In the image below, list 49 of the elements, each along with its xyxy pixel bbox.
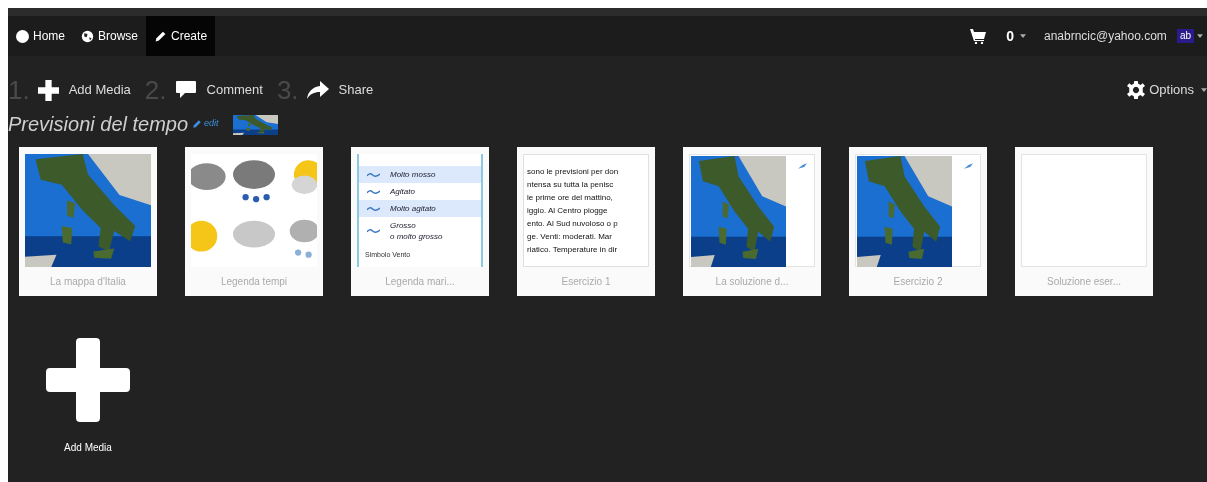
options-button[interactable]: Options: [1127, 80, 1207, 100]
gear-icon: [1127, 81, 1146, 99]
media-caption: Legenda mari...: [385, 275, 455, 289]
media-caption: Legenda tempi: [220, 275, 288, 289]
document-line: le prime ore del mattino,: [527, 192, 614, 203]
page-title: Previsioni del tempo: [8, 112, 189, 137]
document-line: ntensa su tutta la penisc: [527, 179, 615, 190]
legend-label: Molto agitato: [390, 203, 436, 214]
pencil-icon: [192, 119, 203, 129]
document-line: sono le previsioni per don: [527, 166, 620, 177]
plus-icon[interactable]: [46, 338, 130, 422]
step-button[interactable]: Comment: [206, 80, 263, 100]
caret-icon: [1197, 34, 1203, 38]
user-avatar[interactable]: ab: [1176, 29, 1194, 43]
document-line: iggio. Al Centro piogge: [527, 205, 609, 216]
document-line: ento. Al Sud nuvoloso o p: [527, 218, 619, 229]
media-caption: La soluzione d...: [715, 275, 789, 289]
media-caption: La mappa d'Italia: [50, 275, 126, 289]
comment-icon: [174, 80, 197, 100]
user-email[interactable]: anabrncic@yahoo.com: [1043, 27, 1167, 45]
nav-tab[interactable]: Browse: [73, 16, 147, 56]
globe-icon: [81, 29, 94, 43]
media-caption: Esercizio 2: [893, 275, 943, 289]
wave-icon: [367, 188, 380, 195]
nav-tab[interactable]: Home: [8, 16, 73, 56]
plus-icon: [37, 79, 59, 101]
legend-label: Grosso o molto grosso: [390, 220, 443, 242]
wave-icon: [367, 228, 380, 234]
wave-icon: [367, 171, 380, 178]
share-icon: [306, 81, 329, 99]
wave-icon: [367, 205, 380, 212]
add-media-label[interactable]: Add Media: [64, 440, 112, 455]
cart-icon[interactable]: [970, 28, 987, 44]
nav-tab[interactable]: Create: [146, 16, 216, 56]
document-line: riatico. Temperature in dir: [527, 244, 619, 255]
step-button[interactable]: Share: [338, 80, 374, 100]
legend-label: Agitato: [390, 186, 415, 197]
caret-icon: [1201, 88, 1207, 92]
edit-link[interactable]: edit: [204, 117, 219, 131]
cart-count[interactable]: 0: [1006, 25, 1026, 47]
pencil-icon: [154, 29, 168, 43]
step-button[interactable]: Add Media: [68, 80, 131, 100]
document-line: ge. Venti: moderati. Mar: [527, 231, 613, 242]
caret-icon: [1019, 34, 1026, 38]
media-caption: Soluzione eser...: [1047, 275, 1121, 289]
media-caption: Esercizio 1: [561, 275, 611, 289]
media-card[interactable]: sono le previsioni per don ntensa su tutta la penisc le prime ore del mattino, iggio. Al Centro piogge ento. Al Sud nuvoloso o p ge. Venti: moderati. Mar riatico. Temperature in dir Esercizio 1: [517, 147, 655, 296]
logo-icon: [16, 29, 29, 43]
legend-label: Molto mosso: [390, 169, 436, 180]
